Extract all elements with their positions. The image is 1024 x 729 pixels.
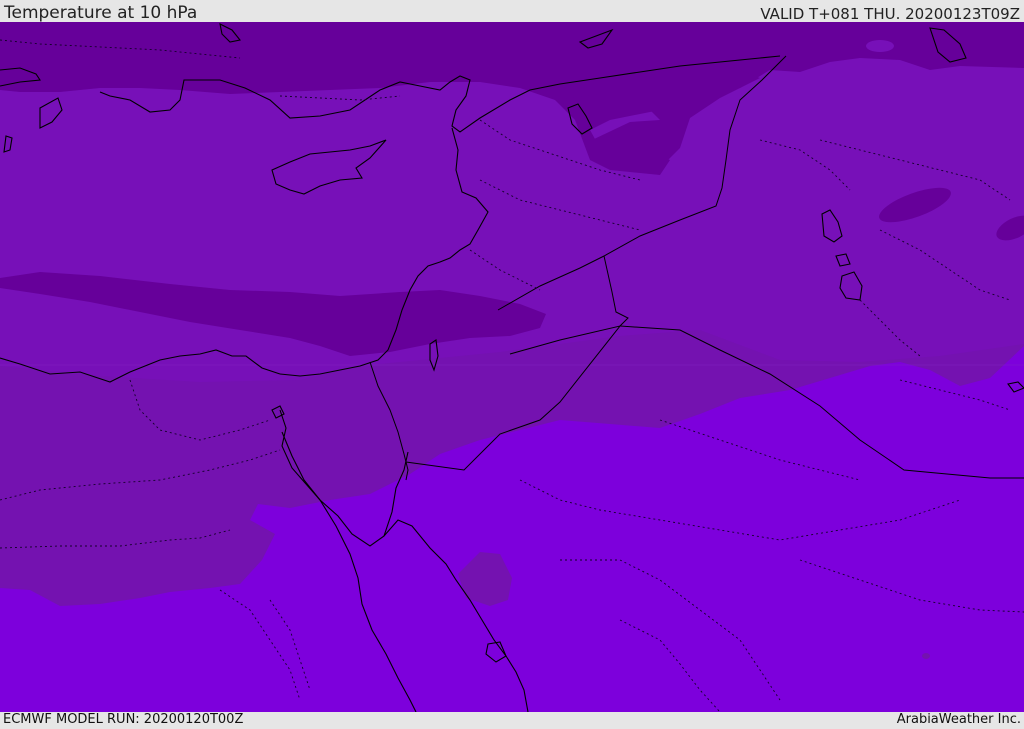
map-frame: Temperature at 10 hPa VALID T+081 THU. 2… <box>0 0 1024 729</box>
map-title: Temperature at 10 hPa <box>4 3 198 23</box>
temperature-blob-north <box>866 40 894 52</box>
header-bar: Temperature at 10 hPa VALID T+081 THU. 2… <box>0 0 1024 23</box>
weather-map[interactable] <box>0 22 1024 712</box>
map-svg <box>0 22 1024 712</box>
footer-bar: ECMWF MODEL RUN: 20200120T00Z ArabiaWeat… <box>0 712 1024 729</box>
temperature-speck <box>922 653 930 659</box>
model-run-label: ECMWF MODEL RUN: 20200120T00Z <box>3 712 244 727</box>
credit-label: ArabiaWeather Inc. <box>896 712 1021 727</box>
valid-time-label: VALID T+081 THU. 20200123T09Z <box>760 5 1020 23</box>
